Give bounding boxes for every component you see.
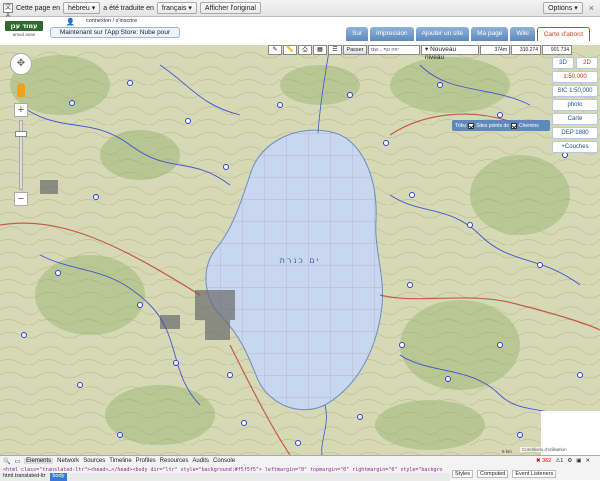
map-toolbar: ✎ 📏 ⎙ ▦ ☰ Passer יפה נוף ...שם ▾ Nouveau…: [268, 45, 572, 61]
zoom-out-button[interactable]: −: [14, 192, 28, 206]
zoom-in-button[interactable]: +: [14, 103, 28, 117]
translate-bar: 文A Cette page en hébreu ▾ a été traduite …: [0, 0, 600, 19]
print-icon[interactable]: ⎙: [298, 45, 312, 55]
pan-control[interactable]: ✥: [10, 53, 32, 75]
logo-text: עמוד ענן: [10, 22, 38, 30]
photo-button[interactable]: photo: [552, 99, 598, 111]
tab-wiki[interactable]: Wiki: [510, 27, 535, 41]
scale-50k-button[interactable]: 1:50,000: [552, 71, 598, 83]
layers-button[interactable]: +Couches: [552, 141, 598, 153]
logo-subtitle: amud anan: [12, 32, 36, 37]
dock-icon[interactable]: ▣: [576, 458, 581, 464]
styles-tabs: Styles Computed Event Listeners: [452, 470, 557, 478]
options-button[interactable]: Options ▾: [543, 2, 583, 14]
devtools-tab-network[interactable]: Network: [57, 458, 79, 464]
layers-icon[interactable]: ☰: [328, 45, 342, 55]
coord-x-value: 310.274: [511, 45, 541, 55]
trails-label: Chemins: [519, 122, 539, 129]
error-count[interactable]: ✖ 362: [536, 458, 551, 464]
sites-label: Sites points de: [476, 122, 510, 129]
source-language-value: hébreu: [67, 4, 90, 12]
3d-button[interactable]: 3D: [552, 57, 574, 69]
measure-icon[interactable]: 📏: [283, 45, 297, 55]
chevron-down-icon: ▾: [188, 5, 192, 12]
tab-styles[interactable]: Styles: [452, 470, 473, 478]
warning-count[interactable]: ⚠1: [555, 458, 563, 464]
tab-add-site[interactable]: Ajouter un site: [415, 27, 470, 41]
new-level-select[interactable]: ▾ Nouveau niveau: [421, 45, 479, 61]
map-button[interactable]: Carte: [552, 113, 598, 125]
dep-1880-button[interactable]: DEP 1880: [552, 127, 598, 139]
source-language-select[interactable]: hébreu ▾: [62, 2, 101, 14]
trails-checkbox[interactable]: [511, 122, 518, 129]
devtools-tab-sources[interactable]: Sources: [83, 458, 105, 464]
layers-toggle-box: Tribu Sites points de Chemins: [452, 120, 550, 131]
site-logo[interactable]: עמוד ענן amud anan: [2, 17, 46, 44]
main-nav: Sur impression Ajouter un site Ma page W…: [346, 27, 590, 41]
options-label: Options: [548, 4, 573, 12]
device-mode-icon[interactable]: ▭: [14, 458, 20, 465]
login-link[interactable]: connexion / s'inscrire: [86, 18, 137, 24]
2d-button[interactable]: 2D: [576, 57, 598, 69]
tab-print[interactable]: impression: [370, 27, 414, 41]
settings-icon[interactable]: ⚙: [567, 458, 572, 464]
show-original-button[interactable]: Afficher l'original: [199, 2, 261, 14]
close-translate-button[interactable]: ×: [586, 3, 597, 13]
devtools-search-icon[interactable]: 🔍: [3, 458, 10, 465]
place-search-input[interactable]: יפה נוף ...שם: [368, 45, 420, 55]
translate-middle: a été traduite en: [103, 4, 154, 12]
scale-sic-button[interactable]: SIC 1:50,000: [552, 85, 598, 97]
tab-computed[interactable]: Computed: [476, 470, 509, 478]
street-view-pegman[interactable]: [17, 83, 25, 97]
target-language-select[interactable]: français ▾: [156, 2, 197, 14]
zoom-slider-handle[interactable]: [15, 131, 27, 137]
translate-prefix: Cette page en: [16, 4, 60, 12]
draw-line-icon[interactable]: ✎: [268, 45, 282, 55]
devtools-tab-timeline[interactable]: Timeline: [109, 458, 131, 464]
close-devtools-icon[interactable]: ✕: [585, 458, 590, 464]
chevron-down-icon: ▾: [91, 5, 96, 12]
topographic-map[interactable]: ים כנרת ✎ 📏 ⎙ ▦ ☰ Passer יפה נוף ...שם ▾…: [0, 45, 600, 455]
devtools-tab-elements[interactable]: Elements: [24, 458, 54, 464]
devtools-tab-audits[interactable]: Audits: [192, 458, 209, 464]
tab-about[interactable]: Sur: [346, 27, 369, 41]
target-language-value: français: [161, 4, 187, 12]
tab-event-listeners[interactable]: Event Listeners: [512, 470, 557, 478]
site-header: עמוד ענן amud anan 👤 connexion / s'inscr…: [0, 17, 600, 45]
pass-button[interactable]: Passer: [343, 45, 367, 55]
map-scale: 5 km: [502, 449, 512, 454]
devtools-tabs: 🔍 ▭ Elements Network Sources Timeline Pr…: [0, 456, 235, 466]
app-store-banner[interactable]: Maintenant sur l'App Store: Nube pour: [50, 27, 180, 38]
translate-icon: 文A: [3, 3, 13, 19]
save-icon[interactable]: ▦: [313, 45, 327, 55]
map-credit-link[interactable]: Conditions d'utilisation: [520, 447, 569, 452]
map-mode-panel: 3D 2D 1:50,000 SIC 1:50,000 photo Carte …: [552, 57, 598, 153]
devtools-panel: 🔍 ▭ Elements Network Sources Timeline Pr…: [0, 455, 600, 481]
error-count-value: 362: [542, 458, 552, 464]
map-canvas: ים כנרת: [0, 45, 600, 455]
lake-label-svg: ים כנרת: [280, 256, 321, 265]
devtools-tab-profiles[interactable]: Profiles: [136, 458, 156, 464]
devtools-status: ✖ 362 ⚠1 ⚙ ▣ ✕: [452, 456, 590, 466]
user-icon: 👤: [66, 19, 75, 26]
chevron-down-icon: ▾: [574, 5, 578, 12]
layers-box-label: Tribu: [455, 122, 467, 129]
tab-my-page[interactable]: Ma page: [471, 27, 509, 41]
coord-y-value: 901.734: [542, 45, 572, 55]
devtools-tab-resources[interactable]: Resources: [160, 458, 189, 464]
altitude-value: 374m: [480, 45, 510, 55]
devtools-tab-console[interactable]: Console: [213, 458, 235, 464]
sites-checkbox[interactable]: [468, 122, 475, 129]
tab-map-first[interactable]: Carte d'abord: [536, 27, 590, 41]
